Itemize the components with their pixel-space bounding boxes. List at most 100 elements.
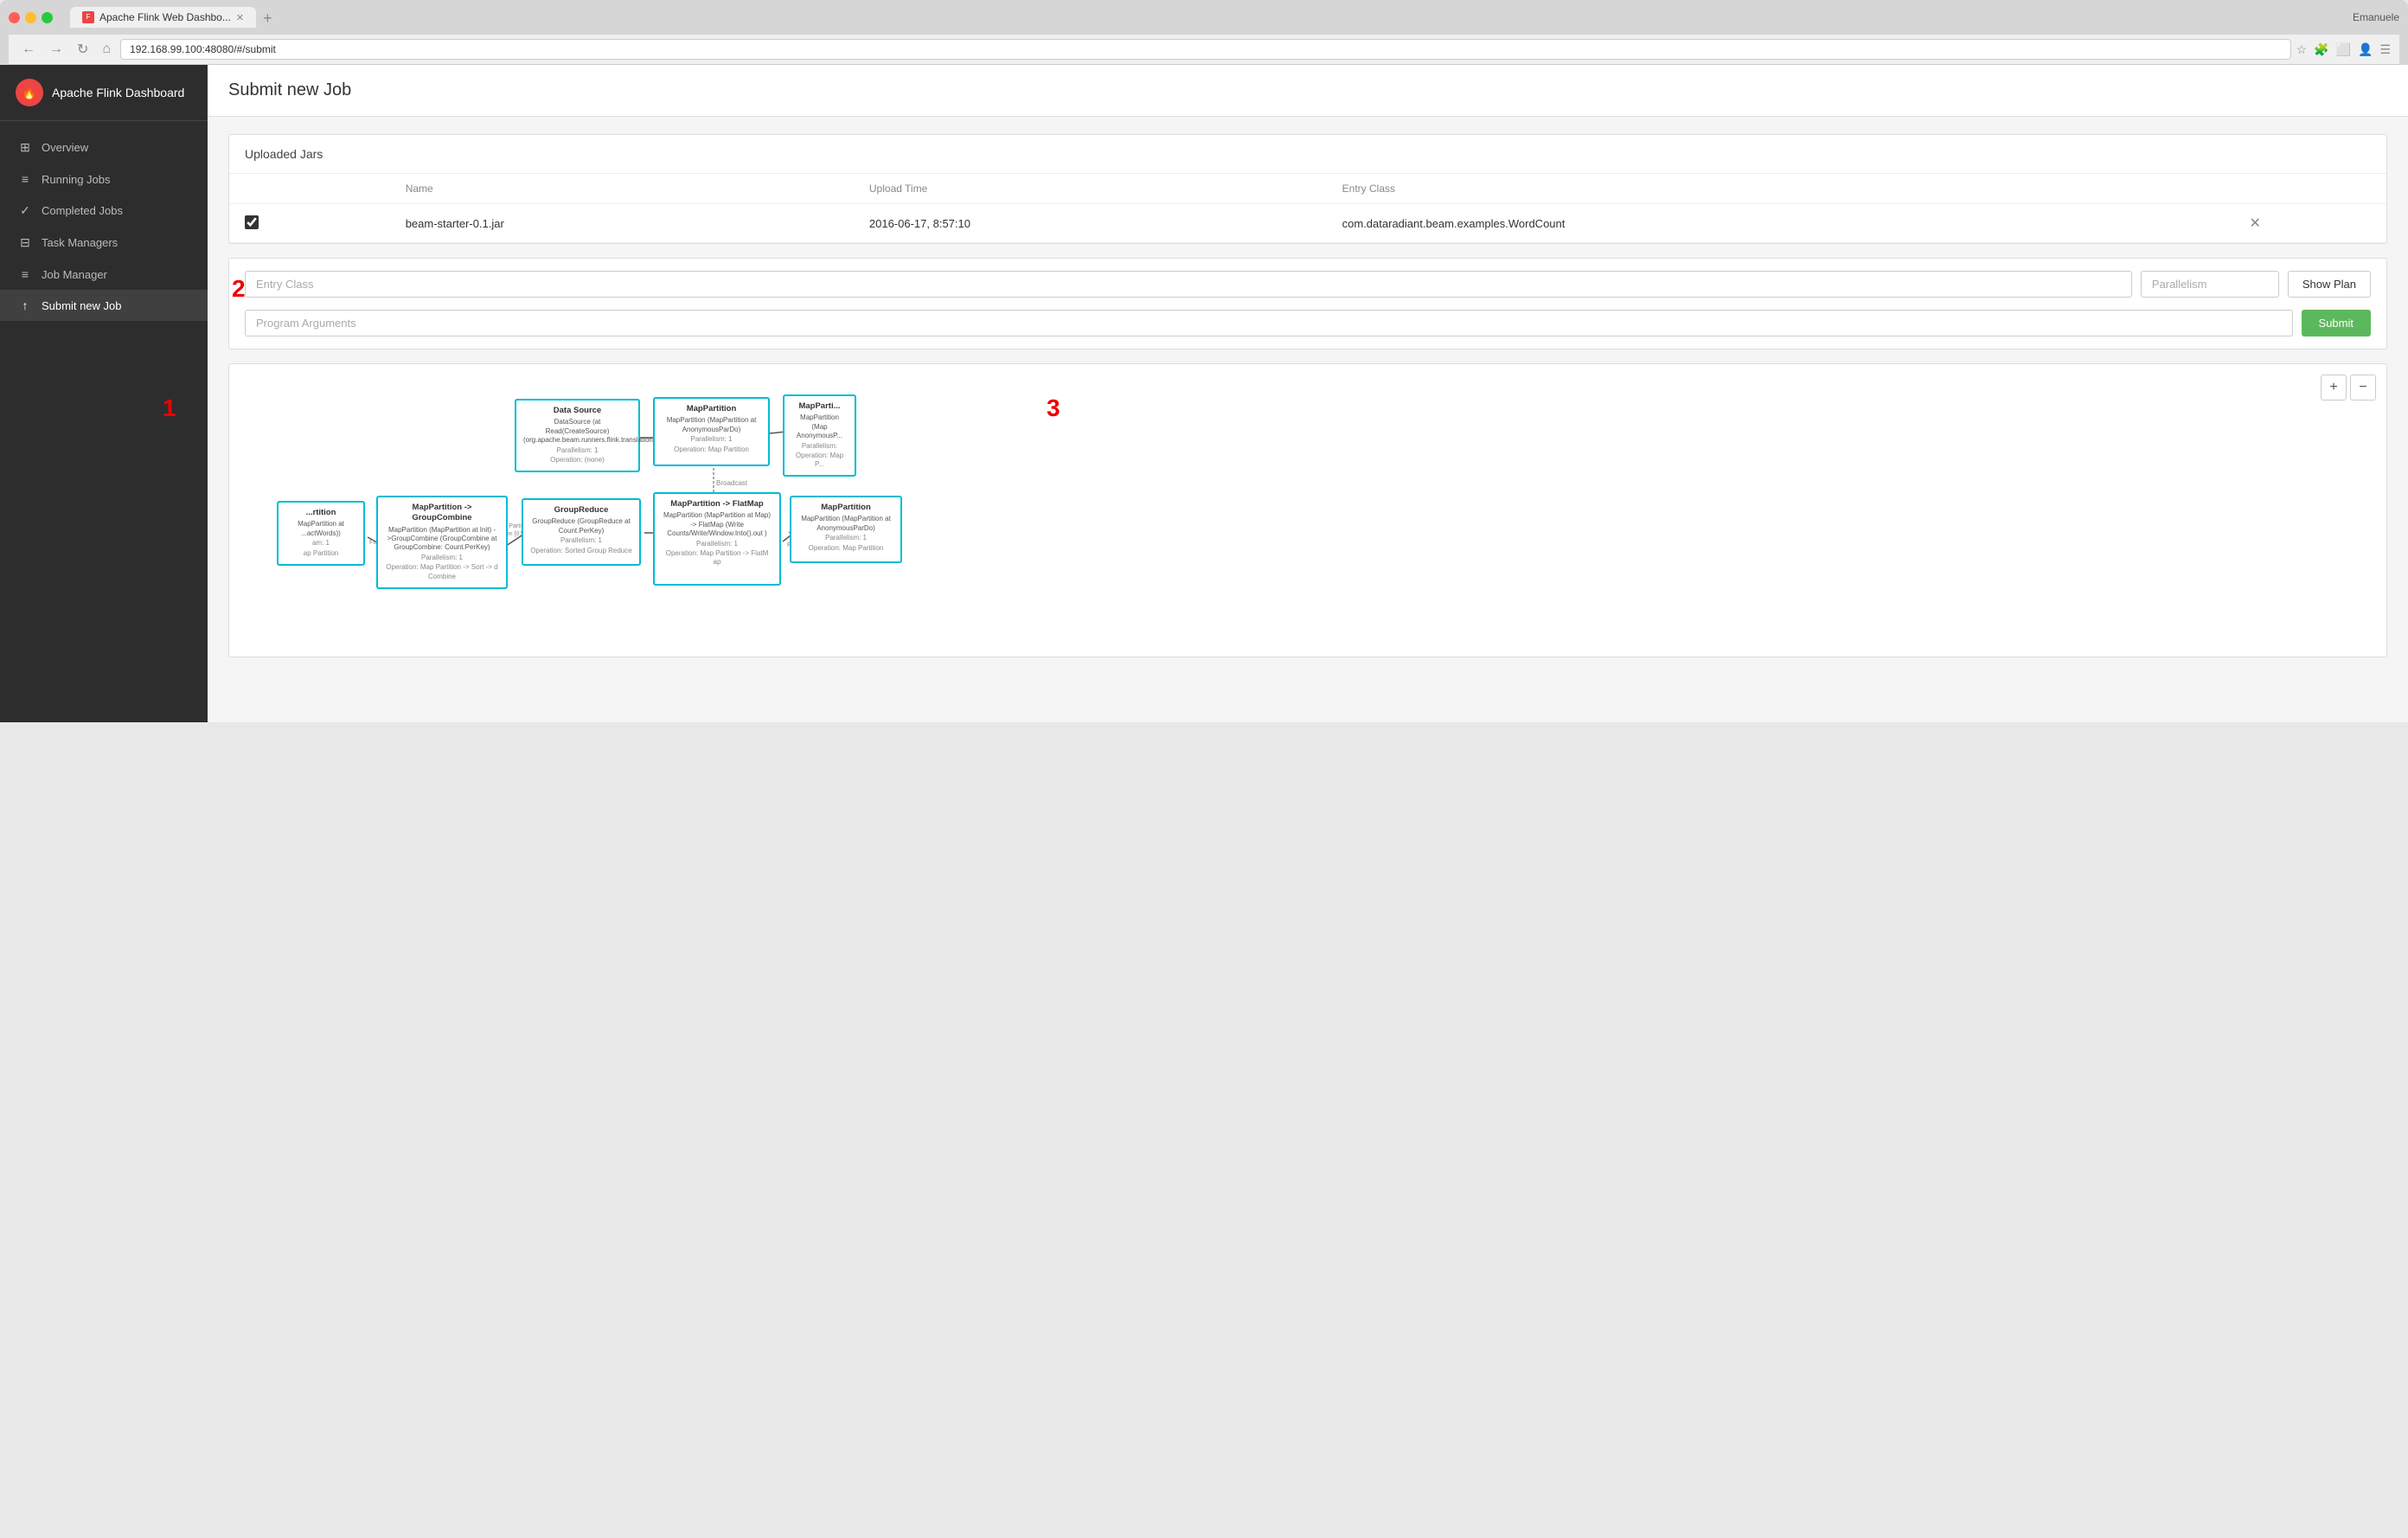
page-title: Submit new Job bbox=[228, 80, 2387, 100]
node-title: MapParti... bbox=[791, 401, 848, 412]
plan-controls: + − bbox=[2321, 375, 2376, 401]
main-content: Submit new Job Uploaded Jars Name Upload… bbox=[208, 65, 2408, 722]
node-parallelism: Parallelism: 1 bbox=[662, 435, 761, 444]
sidebar-item-label: Running Jobs bbox=[42, 173, 111, 186]
node-subtitle: MapPartition (Map AnonymousP... bbox=[791, 413, 848, 440]
col-entry-class: Entry Class bbox=[1327, 174, 2234, 204]
sidebar-item-task-managers[interactable]: ⊟ Task Managers bbox=[0, 227, 208, 259]
node-data-source: Data Source DataSource (at Read(CreateSo… bbox=[515, 399, 640, 472]
completed-jobs-icon: ✓ bbox=[17, 203, 33, 218]
form-main-row: Show Plan bbox=[229, 259, 2386, 310]
col-name: Name bbox=[390, 174, 854, 204]
sidebar-item-label: Overview bbox=[42, 141, 88, 154]
node-operation: Operation: Map P... bbox=[791, 452, 848, 470]
zoom-in-button[interactable]: + bbox=[2321, 375, 2347, 401]
node-parallelism: Parallelism: 1 bbox=[798, 534, 893, 542]
program-args-input[interactable] bbox=[245, 310, 2293, 336]
col-checkbox bbox=[229, 174, 390, 204]
close-button[interactable] bbox=[9, 12, 20, 23]
tab-close-button[interactable]: ✕ bbox=[236, 12, 244, 23]
node-partial-left: ...rtition MapPartition at ...actWords))… bbox=[277, 501, 365, 566]
page-body: Uploaded Jars Name Upload Time Entry Cla… bbox=[208, 117, 2408, 722]
menu-icon[interactable]: ☰ bbox=[2379, 42, 2391, 57]
sidebar-item-completed-jobs[interactable]: ✓ Completed Jobs bbox=[0, 195, 208, 227]
extensions-icon[interactable]: 🧩 bbox=[2314, 42, 2328, 57]
browser-tab[interactable]: F Apache Flink Web Dashbo... ✕ bbox=[70, 7, 256, 28]
maximize-button[interactable] bbox=[42, 12, 53, 23]
node-operation: ap Partition bbox=[285, 549, 356, 558]
submit-job-icon: ↑ bbox=[17, 298, 33, 312]
home-button[interactable]: ⌂ bbox=[98, 40, 115, 59]
sidebar-navigation: ⊞ Overview ≡ Running Jobs ✓ Completed Jo… bbox=[0, 121, 208, 331]
node-subtitle: DataSource (at Read(CreateSource)(org.ap… bbox=[523, 418, 631, 445]
node-parallelism: Parallelism: 1 bbox=[385, 554, 499, 562]
sidebar-item-running-jobs[interactable]: ≡ Running Jobs bbox=[0, 163, 208, 195]
show-plan-button[interactable]: Show Plan bbox=[2288, 271, 2371, 298]
node-map-partition-1: MapPartition MapPartition (MapPartition … bbox=[653, 397, 770, 466]
user-label: Emanuele bbox=[2353, 11, 2399, 23]
back-button[interactable]: ← bbox=[17, 40, 40, 59]
job-form-card: Show Plan Submit bbox=[228, 258, 2387, 349]
node-operation: Operation: Map Partition bbox=[798, 544, 893, 553]
new-tab-button[interactable]: + bbox=[256, 10, 279, 28]
sidebar-item-submit-new-job[interactable]: ↑ Submit new Job bbox=[0, 290, 208, 321]
bookmark-icon[interactable]: ☆ bbox=[2296, 42, 2308, 57]
logo-icon: 🔥 bbox=[16, 79, 43, 106]
sidebar-item-job-manager[interactable]: ≡ Job Manager bbox=[0, 259, 208, 290]
sidebar-item-label: Submit new Job bbox=[42, 299, 122, 312]
entry-class-input[interactable] bbox=[245, 271, 2132, 298]
node-subtitle: MapPartition at ...actWords)) bbox=[285, 520, 356, 538]
node-title: MapPartition -> FlatMap bbox=[662, 499, 772, 509]
zoom-out-button[interactable]: − bbox=[2350, 375, 2376, 401]
screenshot-icon[interactable]: ⬜ bbox=[2336, 42, 2351, 57]
forward-button[interactable]: → bbox=[45, 40, 67, 59]
node-map-partition-groupcombine: MapPartition -> GroupCombine MapPartitio… bbox=[376, 496, 508, 589]
node-title: MapPartition bbox=[798, 503, 893, 513]
overview-icon: ⊞ bbox=[17, 140, 33, 155]
col-upload-time: Upload Time bbox=[854, 174, 1327, 204]
jar-delete-button[interactable]: ✕ bbox=[2250, 215, 2261, 232]
node-map-partition-final: MapPartition MapPartition (MapPartition … bbox=[790, 496, 902, 563]
sidebar-item-label: Task Managers bbox=[42, 236, 118, 249]
node-title: ...rtition bbox=[285, 508, 356, 518]
user-account-icon[interactable]: 👤 bbox=[2358, 42, 2373, 57]
job-manager-icon: ≡ bbox=[17, 267, 33, 281]
node-subtitle: MapPartition (MapPartition at Map) -> Fl… bbox=[662, 511, 772, 538]
minimize-button[interactable] bbox=[25, 12, 36, 23]
sidebar-item-overview[interactable]: ⊞ Overview bbox=[0, 131, 208, 163]
flow-diagram: Broadcast Hash Partition on [0], Sort on… bbox=[229, 364, 2386, 657]
reload-button[interactable]: ↻ bbox=[73, 39, 93, 60]
node-operation: Operation: Map Partition bbox=[662, 445, 761, 454]
node-parallelism: Parallelism: 1 bbox=[523, 446, 631, 455]
node-group-reduce: GroupReduce GroupReduce (GroupReduce at … bbox=[522, 498, 641, 566]
node-map-partition-right: MapParti... MapPartition (Map AnonymousP… bbox=[783, 394, 856, 477]
jar-delete-cell[interactable]: ✕ bbox=[2234, 204, 2386, 243]
node-operation: Operation: Map Partition -> Sort -> d Co… bbox=[385, 563, 499, 581]
node-subtitle: MapPartition (MapPartition at AnonymousP… bbox=[662, 416, 761, 434]
node-parallelism: Parallelism: bbox=[791, 442, 848, 451]
svg-text:Broadcast: Broadcast bbox=[716, 479, 748, 487]
address-bar[interactable]: 192.168.99.100:48080/#/submit bbox=[120, 39, 2290, 60]
submit-button[interactable]: Submit bbox=[2302, 310, 2371, 336]
parallelism-input[interactable] bbox=[2141, 271, 2279, 298]
jar-name: beam-starter-0.1.jar bbox=[390, 204, 854, 243]
program-args-row: Submit bbox=[229, 310, 2386, 349]
sidebar: 🔥 Apache Flink Dashboard ⊞ Overview ≡ Ru… bbox=[0, 65, 208, 722]
uploaded-jars-header: Uploaded Jars bbox=[229, 135, 2386, 174]
node-parallelism: Parallelism: 1 bbox=[530, 536, 632, 545]
jar-checkbox-cell[interactable] bbox=[229, 204, 390, 243]
sidebar-logo: 🔥 Apache Flink Dashboard bbox=[0, 65, 208, 121]
task-managers-icon: ⊟ bbox=[17, 235, 33, 250]
node-title: MapPartition -> GroupCombine bbox=[385, 503, 499, 524]
running-jobs-icon: ≡ bbox=[17, 172, 33, 186]
jar-entry-class: com.dataradiant.beam.examples.WordCount bbox=[1327, 204, 2234, 243]
tab-favicon: F bbox=[82, 11, 94, 23]
table-row: beam-starter-0.1.jar 2016-06-17, 8:57:10… bbox=[229, 204, 2386, 243]
tab-title: Apache Flink Web Dashbo... bbox=[99, 11, 231, 23]
node-subtitle: MapPartition (MapPartition at AnonymousP… bbox=[798, 515, 893, 533]
node-subtitle: GroupReduce (GroupReduce at Count.PerKey… bbox=[530, 517, 632, 535]
jars-table: Name Upload Time Entry Class beam-starte… bbox=[229, 174, 2386, 243]
node-parallelism: Parallelism: 1 bbox=[662, 540, 772, 548]
jar-checkbox[interactable] bbox=[245, 215, 259, 229]
uploaded-jars-card: Uploaded Jars Name Upload Time Entry Cla… bbox=[228, 134, 2387, 244]
